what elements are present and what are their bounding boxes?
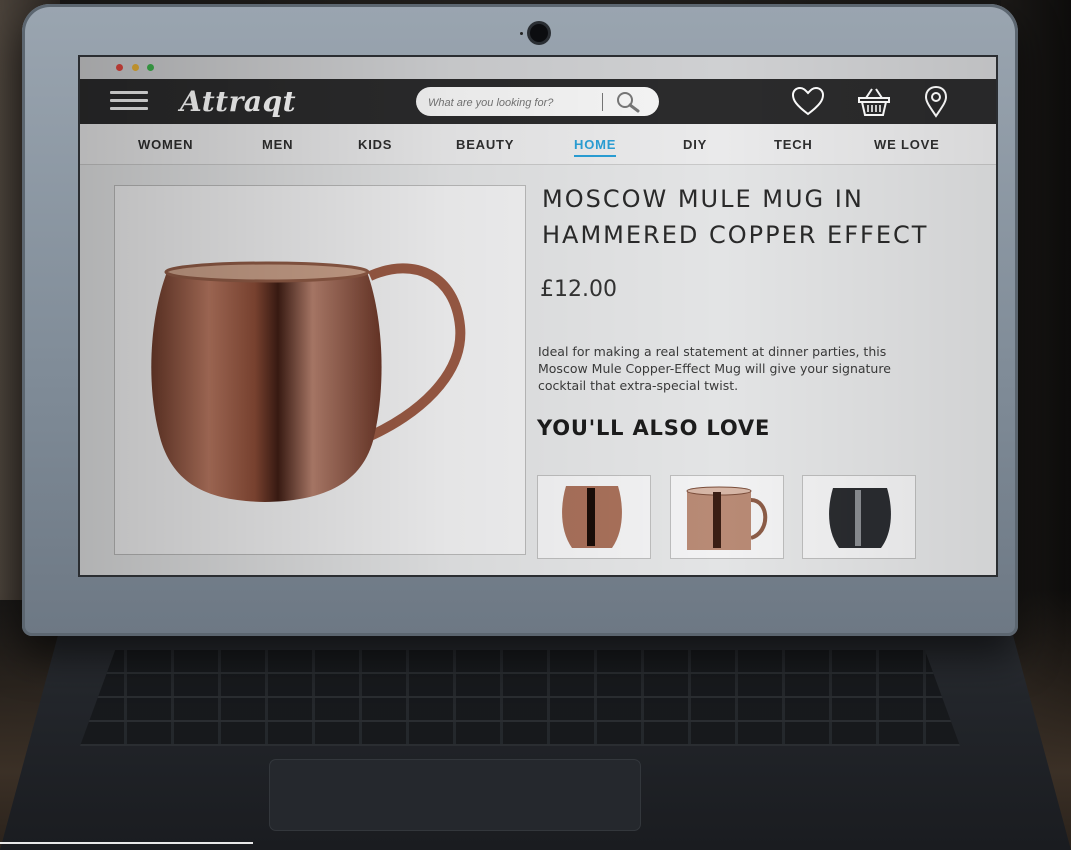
category-kids[interactable]: KIDS (358, 137, 392, 152)
product-main-image[interactable] (114, 185, 526, 555)
laptop-lid: Attraqt What are you looking for? WOMEN … (22, 4, 1018, 636)
copper-mug-thumbnail[interactable] (670, 475, 784, 559)
recommendations-heading: YOU'LL ALSO LOVE (537, 416, 771, 440)
product-title: MOSCOW MULE MUG IN HAMMERED COPPER EFFEC… (542, 185, 929, 249)
category-nav: WOMEN MEN KIDS BEAUTY HOME DIY TECH WE L… (80, 124, 996, 165)
heart-icon[interactable] (790, 85, 826, 119)
laptop-screen: Attraqt What are you looking for? WOMEN … (80, 57, 996, 575)
product-price: £12.00 (540, 277, 617, 302)
category-diy[interactable]: DIY (683, 137, 707, 152)
browser-chrome (80, 57, 996, 79)
category-women[interactable]: WOMEN (138, 137, 193, 152)
category-beauty[interactable]: BEAUTY (456, 137, 514, 152)
menu-icon[interactable] (110, 91, 148, 113)
window-maximize-icon[interactable] (147, 64, 154, 71)
search-icon[interactable] (612, 89, 646, 114)
product-description: Ideal for making a real statement at din… (538, 344, 891, 393)
window-close-icon[interactable] (116, 64, 123, 71)
search-bar (416, 87, 659, 116)
window-minimize-icon[interactable] (132, 64, 139, 71)
decorative-underline (0, 842, 253, 844)
search-input[interactable] (426, 92, 600, 113)
category-home[interactable]: HOME (574, 137, 617, 157)
camera-led (520, 32, 523, 35)
webcam-icon (530, 24, 548, 42)
category-tech[interactable]: TECH (774, 137, 813, 152)
copper-mug-small-image (686, 486, 768, 550)
search-divider (602, 93, 603, 111)
location-pin-icon[interactable] (918, 85, 954, 119)
copper-tumbler-thumbnail[interactable] (537, 475, 651, 559)
site-logo[interactable]: Attraqt (180, 85, 296, 118)
site-header: Attraqt (80, 79, 996, 124)
trackpad (270, 760, 640, 830)
category-we-love[interactable]: WE LOVE (874, 137, 940, 152)
basket-icon[interactable] (856, 85, 892, 119)
copper-tumbler-image (562, 486, 622, 548)
copper-mug-image (151, 261, 466, 502)
black-tumbler-image (829, 488, 891, 548)
category-men[interactable]: MEN (262, 137, 293, 152)
keyboard-rows (80, 650, 960, 746)
black-tumbler-thumbnail[interactable] (802, 475, 916, 559)
